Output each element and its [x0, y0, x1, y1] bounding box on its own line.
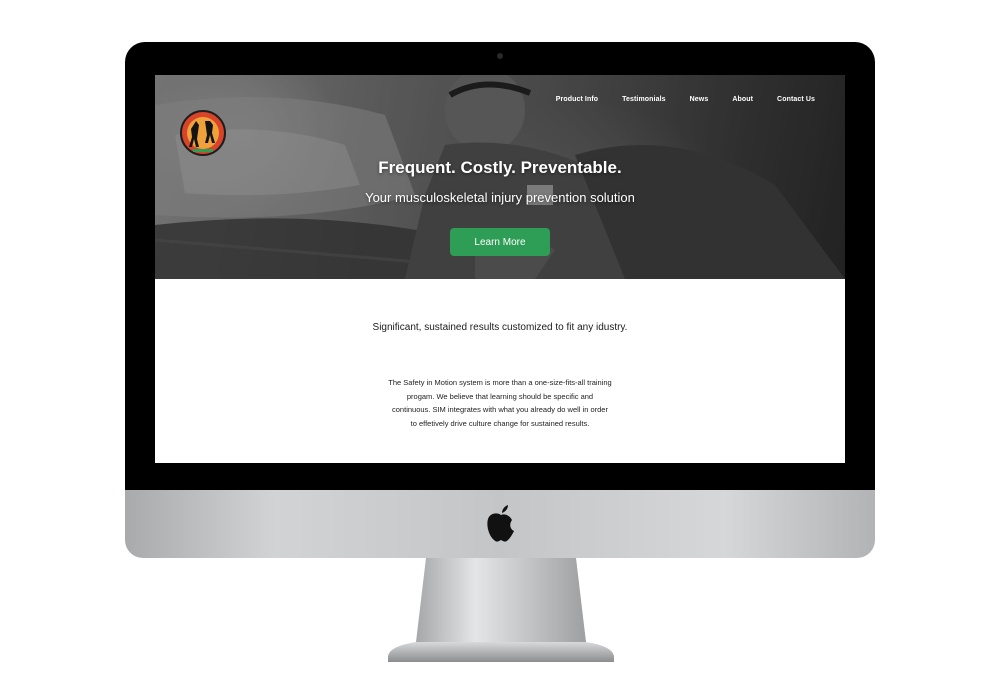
nav-about[interactable]: About	[732, 96, 753, 103]
apple-logo-icon	[487, 505, 514, 542]
content-headline: Significant, sustained results customize…	[372, 322, 628, 333]
main-nav: Product Info Testimonials News About Con…	[532, 96, 815, 103]
hero-subtitle: Your musculoskeletal injury prevention s…	[365, 190, 635, 205]
hero-title: Frequent. Costly. Preventable.	[378, 158, 622, 177]
screen: Product Info Testimonials News About Con…	[155, 75, 845, 463]
body-line: progam. We believe that learning should …	[406, 391, 594, 401]
camera-icon	[497, 53, 503, 59]
content-body: The Safety in Motion system is more than…	[355, 376, 645, 430]
safety-in-motion-logo-icon[interactable]	[179, 109, 227, 157]
body-line: The Safety in Motion system is more than…	[388, 378, 612, 387]
body-line: to effetively drive culture change for s…	[410, 418, 590, 428]
hero-banner: Product Info Testimonials News About Con…	[155, 75, 845, 279]
nav-testimonials[interactable]: Testimonials	[622, 96, 665, 103]
body-line: continuous. SIM integrates with what you…	[392, 405, 608, 414]
learn-more-button[interactable]: Learn More	[450, 228, 550, 256]
nav-news[interactable]: News	[690, 96, 709, 103]
nav-contact-us[interactable]: Contact Us	[777, 96, 815, 103]
nav-product-info[interactable]: Product Info	[556, 96, 598, 103]
monitor-stand	[388, 558, 614, 662]
